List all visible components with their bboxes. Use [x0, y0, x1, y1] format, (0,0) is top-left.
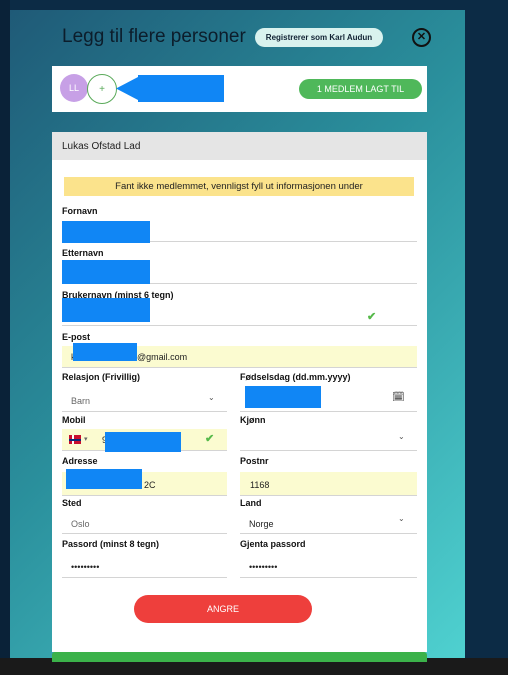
- land-value: Norge: [249, 519, 274, 529]
- etternavn-label: Etternavn: [62, 248, 104, 258]
- form-person-name: Lukas Ofstad Lad: [52, 132, 427, 160]
- check-icon: ✔: [205, 433, 215, 445]
- postnr-value: 1168: [250, 480, 270, 490]
- member-form: Lukas Ofstad Lad Fant ikke medlemmet, ve…: [52, 132, 427, 652]
- sted-value: Oslo: [71, 519, 90, 529]
- postnr-label: Postnr: [240, 456, 269, 466]
- redaction-box: [245, 386, 321, 408]
- relasjon-value: Barn: [71, 396, 91, 406]
- left-strip: [0, 0, 10, 675]
- passord-value: •••••••••: [71, 562, 100, 572]
- registering-as-badge: Registrerer som Karl Audun: [255, 28, 383, 47]
- relasjon-select[interactable]: Barn ⌄: [62, 388, 227, 412]
- redaction-box: [66, 469, 142, 489]
- redaction-box: [62, 221, 150, 243]
- redaction-pointer: [116, 75, 224, 102]
- undo-button[interactable]: ANGRE: [134, 595, 312, 623]
- sted-input[interactable]: Oslo: [62, 512, 227, 534]
- gjenta-passord-input[interactable]: •••••••••: [240, 554, 417, 578]
- chevron-down-icon: ⌄: [398, 432, 405, 441]
- redaction-box: [105, 432, 181, 452]
- close-symbol: ✕: [416, 31, 427, 43]
- gjenta-passord-label: Gjenta passord: [240, 539, 306, 549]
- check-icon: ✔: [367, 311, 377, 323]
- members-added-badge[interactable]: 1 MEDLEM LAGT TIL: [299, 79, 422, 99]
- country-caret[interactable]: ▾: [84, 435, 88, 443]
- sted-label: Sted: [62, 498, 82, 508]
- land-select[interactable]: Norge ⌄: [240, 512, 417, 534]
- calendar-icon[interactable]: 🗓: [392, 392, 405, 403]
- adresse-suffix: 2C: [144, 480, 156, 490]
- kjonn-label: Kjønn: [240, 415, 266, 425]
- norway-flag-icon[interactable]: [69, 435, 81, 444]
- redaction-box: [62, 260, 150, 284]
- epost-label: E-post: [62, 332, 90, 342]
- postnr-input[interactable]: 1168: [240, 472, 417, 496]
- adresse-label: Adresse: [62, 456, 98, 466]
- gjenta-passord-value: •••••••••: [249, 562, 278, 572]
- close-icon[interactable]: ✕: [412, 28, 431, 47]
- kjonn-select[interactable]: ⌄: [240, 429, 417, 451]
- member-bar: LL + 1 MEDLEM LAGT TIL: [52, 66, 427, 112]
- chevron-down-icon: ⌄: [398, 514, 405, 523]
- redaction-box: [73, 343, 137, 361]
- land-label: Land: [240, 498, 262, 508]
- passord-input[interactable]: •••••••••: [62, 554, 227, 578]
- avatar[interactable]: LL: [60, 74, 88, 102]
- passord-label: Passord (minst 8 tegn): [62, 539, 160, 549]
- bottom-action-bar[interactable]: [52, 652, 427, 662]
- epost-suffix: @gmail.com: [137, 352, 188, 362]
- modal-title: Legg til flere personer: [62, 26, 246, 47]
- fodselsdag-label: Fødselsdag (dd.mm.yyyy): [240, 372, 351, 382]
- redaction-box: [62, 298, 150, 322]
- notice-banner: Fant ikke medlemmet, vennligst fyll ut i…: [64, 177, 414, 196]
- fornavn-label: Fornavn: [62, 206, 98, 216]
- add-member-button[interactable]: +: [87, 74, 117, 104]
- mobil-label: Mobil: [62, 415, 86, 425]
- chevron-down-icon: ⌄: [208, 393, 215, 402]
- relasjon-label: Relasjon (Frivillig): [62, 372, 141, 382]
